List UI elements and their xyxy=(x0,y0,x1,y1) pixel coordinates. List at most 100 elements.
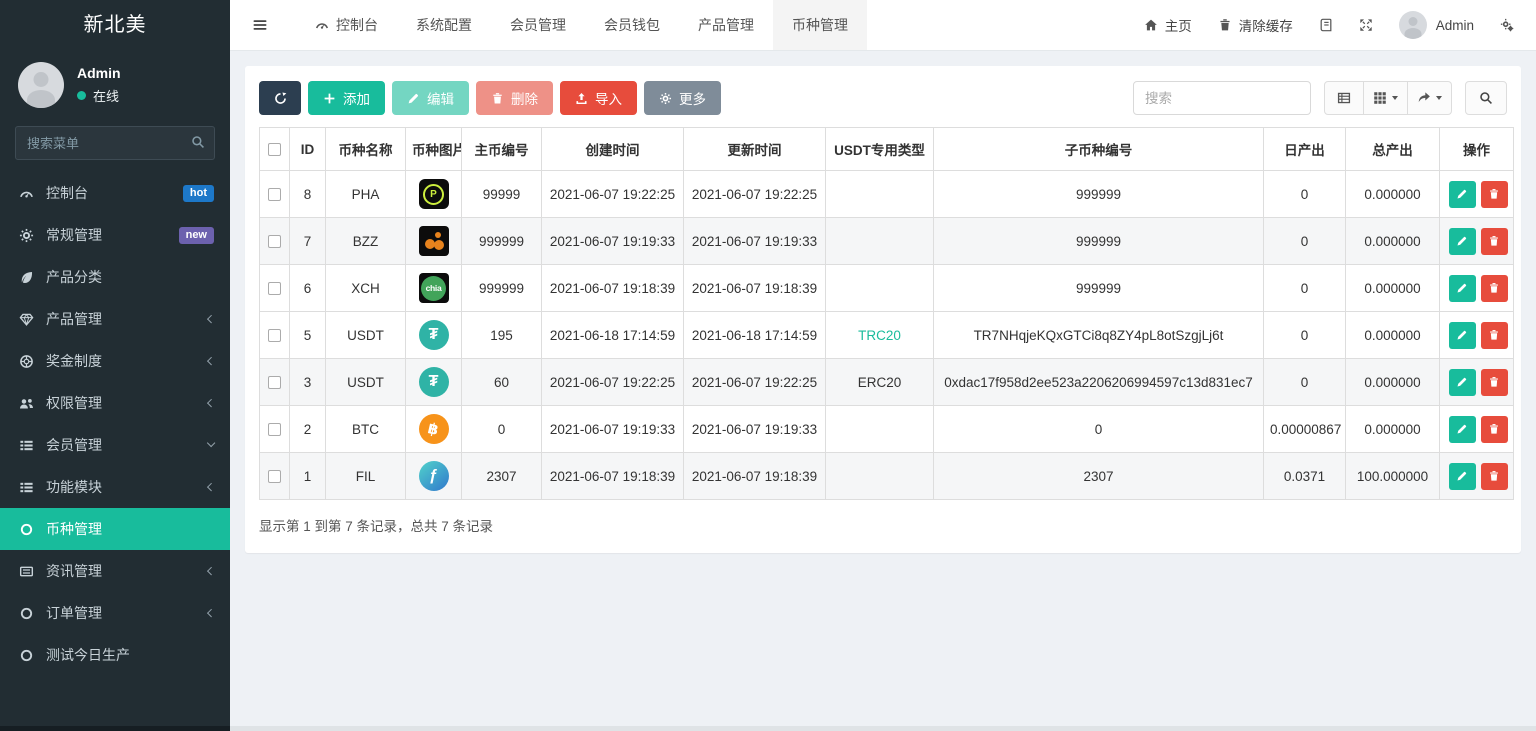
row-select-cell xyxy=(260,453,290,500)
import-button[interactable]: 导入 xyxy=(560,81,637,115)
row-delete-button[interactable] xyxy=(1481,322,1508,349)
id-cell: 6 xyxy=(290,265,326,312)
row-delete-button[interactable] xyxy=(1481,369,1508,396)
export-button[interactable] xyxy=(1408,81,1452,115)
user-menu[interactable]: Admin xyxy=(1399,11,1474,39)
edit-label: 编辑 xyxy=(427,88,454,108)
list-icon xyxy=(18,480,35,495)
sidebar-item[interactable]: 订单管理 xyxy=(0,592,230,634)
created-time-cell: 2021-06-18 17:14:59 xyxy=(542,312,684,359)
search-toggle-button[interactable] xyxy=(1465,81,1507,115)
row-checkbox[interactable] xyxy=(268,282,281,295)
sidebar-item[interactable]: 产品管理 xyxy=(0,298,230,340)
coin-image-cell xyxy=(406,453,462,500)
sidebar-item[interactable]: 产品分类 xyxy=(0,256,230,298)
language-button[interactable] xyxy=(1319,18,1333,32)
more-label: 更多 xyxy=(679,88,706,108)
row-delete-button[interactable] xyxy=(1481,416,1508,443)
topnav-tab[interactable]: 币种管理 xyxy=(773,0,867,50)
daily-output-cell: 0 xyxy=(1264,265,1346,312)
refresh-button[interactable] xyxy=(259,81,301,115)
row-edit-button[interactable] xyxy=(1449,181,1476,208)
sidebar-item[interactable]: 奖金制度 xyxy=(0,340,230,382)
leaf-icon xyxy=(18,270,35,285)
id-cell: 7 xyxy=(290,218,326,265)
row-edit-button[interactable] xyxy=(1449,322,1476,349)
delete-button[interactable]: 删除 xyxy=(476,81,553,115)
usdt-coin-icon xyxy=(419,367,449,397)
row-delete-button[interactable] xyxy=(1481,228,1508,255)
tab-label: 会员钱包 xyxy=(604,15,660,35)
trash-icon xyxy=(1488,282,1500,294)
row-checkbox[interactable] xyxy=(268,470,281,483)
coin-image-cell xyxy=(406,312,462,359)
row-delete-button[interactable] xyxy=(1481,275,1508,302)
topnav-tab[interactable]: 产品管理 xyxy=(679,0,773,50)
more-button[interactable]: 更多 xyxy=(644,81,721,115)
row-delete-button[interactable] xyxy=(1481,463,1508,490)
sidebar-toggle-button[interactable] xyxy=(238,0,282,50)
chevron-down-icon xyxy=(207,439,216,448)
main-content: 添加 编辑 删除 导入 更多 xyxy=(230,51,1536,731)
created-time-cell: 2021-06-07 19:22:25 xyxy=(542,171,684,218)
table-search-input[interactable] xyxy=(1133,81,1311,115)
daily-output-cell: 0 xyxy=(1264,359,1346,406)
settings-button[interactable] xyxy=(1500,18,1514,32)
fullscreen-button[interactable] xyxy=(1359,18,1373,32)
row-checkbox[interactable] xyxy=(268,329,281,342)
clear-cache-link[interactable]: 清除缓存 xyxy=(1218,15,1293,35)
add-button[interactable]: 添加 xyxy=(308,81,385,115)
sidebar-item[interactable]: 常规管理new xyxy=(0,214,230,256)
column-header: 更新时间 xyxy=(684,128,826,171)
columns-button[interactable] xyxy=(1364,81,1408,115)
row-edit-button[interactable] xyxy=(1449,463,1476,490)
sidebar-item[interactable]: 权限管理 xyxy=(0,382,230,424)
total-output-cell: 0.000000 xyxy=(1346,171,1440,218)
row-checkbox[interactable] xyxy=(268,235,281,248)
row-edit-button[interactable] xyxy=(1449,228,1476,255)
actions-cell xyxy=(1440,312,1514,359)
sidebar-item[interactable]: 控制台hot xyxy=(0,172,230,214)
id-cell: 3 xyxy=(290,359,326,406)
sidebar-item[interactable]: 功能模块 xyxy=(0,466,230,508)
pencil-icon xyxy=(1456,423,1468,435)
sidebar-item[interactable]: 测试今日生产 xyxy=(0,634,230,676)
topnav-tabs: 控制台系统配置会员管理会员钱包产品管理币种管理 xyxy=(296,0,867,50)
row-checkbox[interactable] xyxy=(268,423,281,436)
updated-time-cell: 2021-06-07 19:18:39 xyxy=(684,453,826,500)
tab-label: 控制台 xyxy=(336,15,378,35)
sidebar-item[interactable]: 资讯管理 xyxy=(0,550,230,592)
home-link[interactable]: 主页 xyxy=(1144,15,1192,35)
main-coin-no-cell: 99999 xyxy=(462,171,542,218)
grid-icon xyxy=(1373,91,1387,105)
column-header: 创建时间 xyxy=(542,128,684,171)
chevron-left-icon xyxy=(207,399,216,408)
row-delete-button[interactable] xyxy=(1481,181,1508,208)
sidebar-item[interactable]: 会员管理 xyxy=(0,424,230,466)
detail-view-button[interactable] xyxy=(1324,81,1364,115)
sidebar-search xyxy=(15,126,215,160)
usdt-type-cell xyxy=(826,265,934,312)
import-label: 导入 xyxy=(595,88,622,108)
sidebar-search-input[interactable] xyxy=(15,126,215,160)
topnav-tab[interactable]: 控制台 xyxy=(296,0,397,50)
row-edit-button[interactable] xyxy=(1449,369,1476,396)
edit-button[interactable]: 编辑 xyxy=(392,81,469,115)
pencil-icon xyxy=(1456,470,1468,482)
row-checkbox[interactable] xyxy=(268,376,281,389)
row-edit-button[interactable] xyxy=(1449,275,1476,302)
row-edit-button[interactable] xyxy=(1449,416,1476,443)
topnav-tab[interactable]: 会员钱包 xyxy=(585,0,679,50)
id-cell: 5 xyxy=(290,312,326,359)
sidebar-item-label: 测试今日生产 xyxy=(46,645,130,665)
sidebar-item[interactable]: 币种管理 xyxy=(0,508,230,550)
horizontal-scrollbar[interactable] xyxy=(0,726,1536,731)
sub-coin-no-cell: TR7NHqjeKQxGTCi8q8ZY4pL8otSzgjLj6t xyxy=(934,312,1264,359)
topnav-tab[interactable]: 会员管理 xyxy=(491,0,585,50)
circle-icon xyxy=(18,522,35,537)
toolbar-right xyxy=(1133,81,1507,115)
select-all-checkbox[interactable] xyxy=(268,143,281,156)
usdt-type-label: TRC20 xyxy=(858,328,901,343)
row-checkbox[interactable] xyxy=(268,188,281,201)
topnav-tab[interactable]: 系统配置 xyxy=(397,0,491,50)
